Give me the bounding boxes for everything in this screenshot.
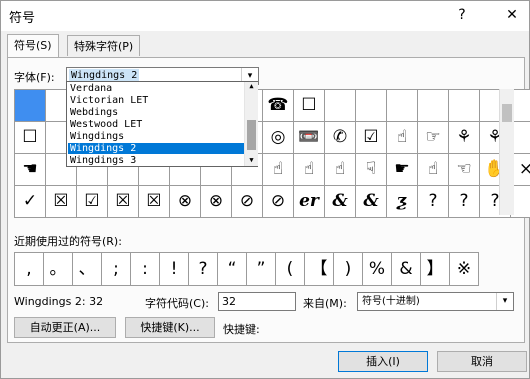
from-select-value: 符号(十进制) [362,296,420,307]
tab-strip: 符号(S) 特殊字符(P) [7,34,525,57]
font-dropdown-item[interactable]: Westwood LET [68,119,246,130]
symbol-cell[interactable]: ⊘ [232,186,263,218]
char-code-label: 字符代码(C): [145,297,209,310]
symbol-cell[interactable]: & [325,186,356,218]
recent-symbol-cell[interactable]: 】 [421,253,450,286]
from-label: 来自(M): [303,297,347,310]
autocorrect-button[interactable]: 自动更正(A)... [14,317,116,338]
font-dropdown-item[interactable]: Webdings [68,107,246,118]
symbol-cell[interactable]: 📼 [294,122,325,154]
recent-symbol-cell[interactable]: ( [276,253,305,286]
symbol-cell[interactable]: ƺ [387,186,418,218]
symbol-cell[interactable]: ⊘ [263,186,294,218]
symbol-cell[interactable]: ☐ [294,90,325,122]
font-dropdown-item[interactable]: Wingdings 3 [68,155,246,166]
symbol-cell[interactable]: ☝ [387,122,418,154]
symbol-cell[interactable] [418,90,449,122]
symbol-cell[interactable]: ☒ [46,186,77,218]
font-dropdown-list: Verdana Victorian LET Webdings Westwood LET… [66,81,258,167]
tab-symbols[interactable]: 符号(S) [7,34,59,57]
recent-symbol-cell[interactable]: 。 [44,253,73,286]
symbol-cell[interactable]: ☟ [356,154,387,186]
recent-symbol-cell[interactable]: % [363,253,392,286]
grid-scrollbar[interactable] [499,89,514,215]
window-title: 符号 [9,11,36,26]
symbol-cell[interactable]: er [294,186,325,218]
recent-symbol-cell[interactable]: 、 [73,253,102,286]
shortcut-label: 快捷键: [223,323,260,336]
symbol-dialog: 符号 ? ✕ 符号(S) 特殊字符(P) 字体(F): Wingdings 2 … [0,0,530,379]
recent-symbol-cell[interactable]: ; [102,253,131,286]
help-button[interactable]: ? [449,4,475,26]
close-button[interactable]: ✕ [499,4,525,26]
symbol-cell[interactable] [449,90,480,122]
font-dropdown-item[interactable]: Verdana [68,83,246,94]
shortcut-key-button[interactable]: 快捷键(K)... [125,317,215,338]
dropdown-scrollbar-thumb[interactable] [247,120,256,150]
char-name: Wingdings 2: 32 [14,295,104,308]
char-code-input[interactable]: 32 [218,292,296,311]
symbol-cell[interactable]: ✓ [15,186,46,218]
font-dropdown-item[interactable]: Wingdings [68,131,246,142]
grid-scrollbar-thumb[interactable] [502,104,512,122]
symbol-cell[interactable]: ☝ [294,154,325,186]
title-bar: 符号 ? ✕ [1,1,529,31]
symbol-cell[interactable]: ☝ [325,154,356,186]
symbol-cell[interactable]: ☝ [418,154,449,186]
symbol-cell[interactable]: ⊗ [170,186,201,218]
chevron-down-icon[interactable]: ▾ [496,293,513,310]
symbol-cell[interactable]: ☑ [356,122,387,154]
font-label: 字体(F): [14,71,55,84]
font-dropdown-item[interactable]: Wingdings 2 [68,143,246,154]
symbol-cell[interactable]: ☛ [387,154,418,186]
recent-symbol-cell[interactable]: ” [247,253,276,286]
recent-symbols-label: 近期使用过的符号(R): [14,235,122,248]
symbol-cell[interactable] [356,90,387,122]
cancel-button[interactable]: 取消 [437,351,527,372]
recent-symbol-cell[interactable]: ! [160,253,189,286]
symbol-cell[interactable] [15,90,46,122]
symbol-cell[interactable]: ⊗ [201,186,232,218]
symbol-cell[interactable]: ☞ [418,122,449,154]
symbol-cell[interactable]: ⚘ [449,122,480,154]
symbol-cell[interactable]: ☚ [15,154,46,186]
scroll-up-icon[interactable]: ▲ [245,82,258,90]
tab-special-characters[interactable]: 特殊字符(P) [67,35,141,56]
font-dropdown-item[interactable]: Victorian LET [68,95,246,106]
recent-symbol-cell[interactable]: ) [334,253,363,286]
symbol-cell[interactable]: ◎ [263,122,294,154]
insert-button[interactable]: 插入(I) [338,351,428,372]
symbol-cell[interactable]: ☒ [139,186,170,218]
symbol-cell[interactable] [387,90,418,122]
symbol-cell[interactable]: ☒ [108,186,139,218]
symbol-cell[interactable]: ☝ [263,154,294,186]
recent-symbol-cell[interactable]: ※ [450,253,479,286]
recent-symbol-cell[interactable]: “ [218,253,247,286]
recent-symbol-cell[interactable]: & [392,253,421,286]
symbol-cell[interactable]: & [356,186,387,218]
recent-symbol-cell[interactable]: 【 [305,253,334,286]
recent-symbol-cell[interactable]: , [15,253,44,286]
symbol-cell[interactable]: ☑ [77,186,108,218]
symbol-cell[interactable]: ? [449,186,480,218]
dropdown-scrollbar[interactable]: ▲ ▼ [244,82,258,166]
scroll-down-icon[interactable]: ▼ [245,156,258,164]
recent-symbol-cell[interactable]: : [131,253,160,286]
from-select[interactable]: 符号(十进制) ▾ [357,292,514,311]
symbol-cell[interactable]: ☜ [449,154,480,186]
symbol-cell[interactable] [325,90,356,122]
symbol-cell[interactable]: ✆ [325,122,356,154]
symbol-cell[interactable]: ☎ [263,90,294,122]
recent-symbol-cell[interactable]: ? [189,253,218,286]
recent-symbols: ,。、;:!? “”(【)% &】 ※ [14,252,479,286]
symbol-cell[interactable]: ☐ [15,122,46,154]
symbol-cell[interactable]: ? [418,186,449,218]
